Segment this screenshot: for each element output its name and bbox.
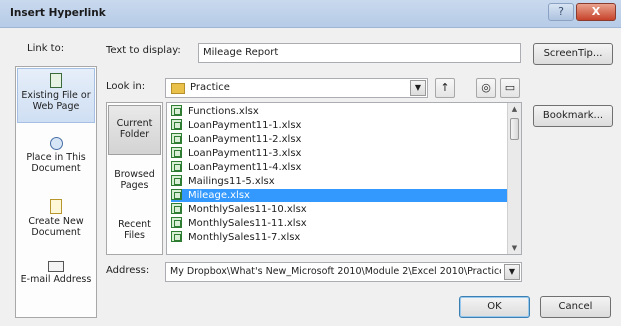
scroll-up-icon[interactable]: ▲: [510, 105, 519, 113]
nav-item-label: Files: [124, 230, 145, 241]
file-name: LoanPayment11-4.xlsx: [188, 162, 302, 173]
file-name: Functions.xlsx: [188, 106, 259, 117]
link-to-existing-file[interactable]: Existing File or Web Page: [17, 68, 95, 123]
file-name: LoanPayment11-1.xlsx: [188, 120, 302, 131]
nav-browsed-pages[interactable]: Browsed Pages: [108, 157, 161, 207]
address-label: Address:: [106, 265, 150, 276]
link-to-create-new-document[interactable]: Create New Document: [17, 195, 95, 250]
list-item[interactable]: LoanPayment11-2.xlsx: [171, 133, 507, 146]
file-name: Mileage.xlsx: [188, 190, 250, 201]
nav-item-label: Browsed: [114, 169, 155, 180]
file-name: MonthlySales11-11.xlsx: [188, 218, 307, 229]
list-item[interactable]: Mailings11-5.xlsx: [171, 175, 507, 188]
text-to-display-input[interactable]: Mileage Report: [198, 43, 521, 63]
link-to-item-label: Place in This: [26, 152, 86, 163]
excel-file-icon: [171, 175, 182, 186]
link-to-place-in-document[interactable]: Place in This Document: [17, 133, 95, 188]
list-item[interactable]: LoanPayment11-4.xlsx: [171, 161, 507, 174]
link-to-label: Link to:: [27, 43, 65, 54]
link-to-panel: Existing File or Web Page Place in This …: [15, 66, 97, 318]
nav-current-folder[interactable]: Current Folder: [108, 105, 161, 155]
list-item[interactable]: LoanPayment11-1.xlsx: [171, 119, 507, 132]
chevron-down-icon[interactable]: ▼: [504, 264, 520, 280]
excel-file-icon: [171, 161, 182, 172]
excel-file-icon: [171, 231, 182, 242]
link-to-item-label: E-mail Address: [20, 274, 92, 285]
list-item[interactable]: MonthlySales11-11.xlsx: [171, 217, 507, 230]
nav-item-label: Current: [116, 118, 153, 129]
excel-file-icon: [171, 203, 182, 214]
file-name: MonthlySales11-10.xlsx: [188, 204, 307, 215]
scroll-thumb[interactable]: [510, 118, 519, 140]
existing-file-icon: [50, 73, 62, 88]
list-item[interactable]: MonthlySales11-10.xlsx: [171, 203, 507, 216]
file-name: LoanPayment11-3.xlsx: [188, 148, 302, 159]
title-bar: Insert Hyperlink ? X: [0, 0, 621, 28]
file-name: MonthlySales11-7.xlsx: [188, 232, 301, 243]
file-list[interactable]: Functions.xlsx LoanPayment11-1.xlsx Loan…: [166, 102, 522, 255]
email-icon: [48, 261, 64, 272]
file-name: Mailings11-5.xlsx: [188, 176, 275, 187]
browse-nav-panel: Current Folder Browsed Pages Recent File…: [106, 102, 163, 255]
text-to-display-label: Text to display:: [106, 45, 181, 56]
nav-item-label: Recent: [118, 219, 151, 230]
browse-file-icon[interactable]: ▭: [500, 78, 520, 98]
link-to-item-label: Document: [31, 163, 81, 174]
ok-button[interactable]: OK: [459, 296, 530, 318]
nav-item-label: Pages: [120, 180, 149, 191]
bookmark-button[interactable]: Bookmark...: [533, 105, 613, 127]
browse-web-icon[interactable]: ◎: [476, 78, 496, 98]
list-item-selected[interactable]: Mileage.xlsx: [171, 189, 507, 202]
new-document-icon: [50, 199, 62, 214]
cancel-button[interactable]: Cancel: [540, 296, 611, 318]
file-name: LoanPayment11-2.xlsx: [188, 134, 302, 145]
excel-file-icon: [171, 217, 182, 228]
look-in-value: Practice: [190, 82, 230, 93]
chevron-down-icon[interactable]: ▼: [410, 80, 426, 96]
link-to-item-label: Create New: [28, 216, 84, 227]
excel-file-icon: [171, 105, 182, 116]
folder-icon: [171, 83, 185, 94]
address-value: My Dropbox\What's New_Microsoft 2010\Mod…: [170, 266, 501, 277]
look-in-dropdown[interactable]: Practice ▼: [165, 78, 428, 98]
link-to-item-label: Existing File or: [21, 90, 91, 101]
help-button[interactable]: ?: [548, 3, 574, 21]
link-to-email-address[interactable]: E-mail Address: [17, 257, 95, 312]
nav-item-label: Folder: [119, 129, 150, 140]
place-in-document-icon: [49, 137, 63, 150]
file-list-scrollbar[interactable]: ▲ ▼: [507, 103, 521, 254]
look-in-label: Look in:: [106, 81, 146, 92]
nav-recent-files[interactable]: Recent Files: [108, 207, 161, 257]
excel-file-icon: [171, 189, 182, 200]
screentip-button[interactable]: ScreenTip...: [533, 43, 613, 65]
list-item[interactable]: Functions.xlsx: [171, 105, 507, 118]
link-to-item-label: Web Page: [32, 101, 80, 112]
excel-file-icon: [171, 147, 182, 158]
link-to-item-label: Document: [31, 227, 81, 238]
excel-file-icon: [171, 133, 182, 144]
insert-hyperlink-dialog: Link to: Existing File or Web Page Place…: [0, 28, 621, 326]
address-input[interactable]: My Dropbox\What's New_Microsoft 2010\Mod…: [165, 262, 522, 282]
scroll-down-icon[interactable]: ▼: [510, 244, 519, 252]
window-title: Insert Hyperlink: [10, 7, 106, 19]
up-folder-icon[interactable]: ↑: [435, 78, 455, 98]
excel-file-icon: [171, 119, 182, 130]
list-item[interactable]: MonthlySales11-7.xlsx: [171, 231, 507, 244]
close-button[interactable]: X: [576, 3, 616, 21]
list-item[interactable]: LoanPayment11-3.xlsx: [171, 147, 507, 160]
